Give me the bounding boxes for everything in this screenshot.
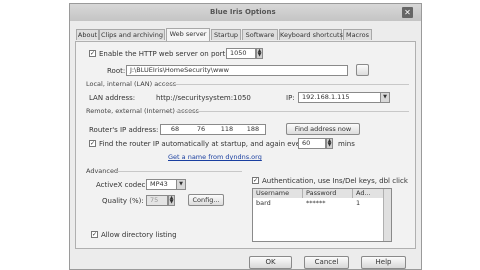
router-ip-field[interactable]: 68 76 118 188 bbox=[160, 124, 266, 135]
spin-down-icon: ▼ bbox=[327, 142, 332, 148]
column-header-password[interactable]: Password bbox=[303, 189, 353, 198]
interval-spinner[interactable]: ▲ ▼ bbox=[326, 138, 333, 149]
authentication-checkbox[interactable]: ✓ bbox=[252, 177, 259, 184]
options-dialog: Blue Iris Options ✕ About Clips and arch… bbox=[69, 3, 422, 270]
users-table[interactable]: Username Password Ad... bard ****** 1 bbox=[252, 188, 392, 242]
window-title: Blue Iris Options bbox=[210, 8, 276, 16]
tab-keyboard-shortcuts[interactable]: Keyboard shortcuts bbox=[279, 29, 343, 40]
authentication-label: Authentication, use Ins/Del keys, dbl cl… bbox=[262, 177, 408, 185]
advanced-divider bbox=[116, 171, 242, 172]
tab-web-server[interactable]: Web server bbox=[166, 28, 210, 41]
allow-directory-listing-checkbox[interactable]: ✓ bbox=[91, 231, 98, 238]
chevron-down-icon: ▼ bbox=[380, 93, 389, 102]
activex-codec-select[interactable]: MP43 ▼ bbox=[146, 179, 186, 190]
config-button[interactable]: Config... bbox=[188, 194, 224, 206]
cancel-button[interactable]: Cancel bbox=[304, 256, 349, 269]
lan-ip-label: IP: bbox=[286, 94, 295, 102]
tab-clips-and-archiving[interactable]: Clips and archiving bbox=[99, 29, 165, 40]
auto-find-ip-checkbox[interactable]: ✓ bbox=[89, 140, 96, 147]
router-ip-octet-3: 118 bbox=[220, 125, 234, 133]
quality-label: Quality (%): bbox=[102, 197, 144, 205]
port-field[interactable]: 1050 bbox=[226, 48, 256, 59]
find-address-button[interactable]: Find address now bbox=[286, 123, 360, 135]
auto-find-ip-label: Find the router IP automatically at star… bbox=[99, 140, 308, 148]
ok-button[interactable]: OK bbox=[249, 256, 292, 269]
interval-field[interactable]: 60 bbox=[298, 138, 326, 149]
web-server-panel: ✓ Enable the HTTP web server on port 105… bbox=[75, 41, 416, 249]
close-icon[interactable]: ✕ bbox=[402, 7, 413, 18]
root-path-field[interactable]: J:\BLUEIris\HomeSecurity\www bbox=[126, 65, 348, 76]
router-ip-octet-4: 188 bbox=[246, 125, 260, 133]
help-button[interactable]: Help bbox=[361, 256, 406, 269]
spin-down-icon: ▼ bbox=[257, 52, 262, 58]
column-header-username[interactable]: Username bbox=[253, 189, 303, 198]
table-scrollbar[interactable] bbox=[383, 189, 391, 241]
table-cell-username: bard bbox=[256, 199, 271, 207]
lan-section-label: Local, internal (LAN) access bbox=[86, 80, 177, 88]
enable-web-server-label: Enable the HTTP web server on port bbox=[99, 50, 226, 58]
activex-codec-label: ActiveX codec: bbox=[96, 181, 148, 189]
lan-divider bbox=[164, 84, 409, 85]
column-header-admin[interactable]: Ad... bbox=[353, 189, 384, 198]
wan-divider bbox=[176, 111, 409, 112]
router-ip-octet-1: 68 bbox=[170, 125, 180, 133]
tab-startup[interactable]: Startup bbox=[211, 29, 241, 40]
lan-ip-select[interactable]: 192.168.1.115 ▼ bbox=[298, 92, 390, 103]
tab-software[interactable]: Software bbox=[242, 29, 278, 40]
lan-address-value: http://securitysystem:1050 bbox=[156, 94, 251, 102]
dyndns-link[interactable]: Get a name from dyndns.org bbox=[168, 153, 262, 161]
port-spinner[interactable]: ▲ ▼ bbox=[256, 48, 263, 59]
lan-address-label: LAN address: bbox=[89, 94, 136, 102]
table-cell-password: ****** bbox=[306, 199, 326, 207]
router-ip-octet-2: 76 bbox=[196, 125, 206, 133]
tab-about[interactable]: About bbox=[76, 29, 99, 40]
table-cell-admin: 1 bbox=[356, 199, 361, 207]
interval-unit: mins bbox=[338, 140, 355, 148]
allow-directory-listing-label: Allow directory listing bbox=[101, 231, 177, 239]
enable-web-server-checkbox[interactable]: ✓ bbox=[89, 50, 96, 57]
tab-macros[interactable]: Macros bbox=[343, 29, 372, 40]
chevron-down-icon: ▼ bbox=[176, 180, 185, 189]
browse-folder-button[interactable] bbox=[356, 64, 369, 76]
router-ip-label: Router's IP address: bbox=[89, 126, 159, 134]
title-bar: Blue Iris Options ✕ bbox=[70, 4, 421, 21]
root-label: Root: bbox=[107, 67, 126, 75]
advanced-section-label: Advanced bbox=[86, 167, 119, 175]
spin-down-icon: ▼ bbox=[169, 199, 174, 205]
quality-field[interactable]: 75 bbox=[146, 195, 168, 206]
lan-ip-value: 192.168.1.115 bbox=[302, 93, 350, 101]
quality-spinner[interactable]: ▲ ▼ bbox=[168, 195, 175, 206]
activex-codec-value: MP43 bbox=[150, 180, 168, 188]
